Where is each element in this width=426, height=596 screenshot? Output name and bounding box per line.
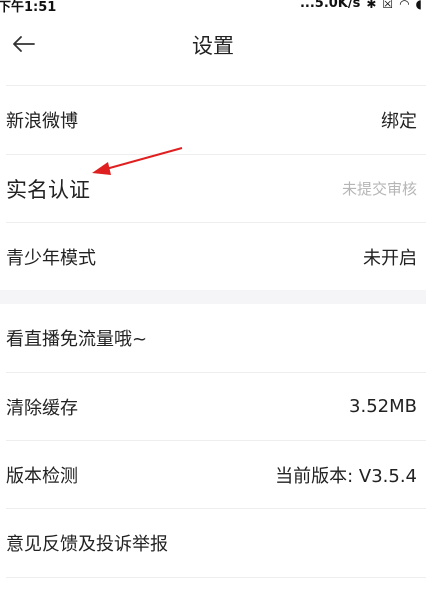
row-sina-weibo[interactable]: 新浪微博 绑定	[0, 86, 426, 154]
page-title: 设置	[192, 34, 234, 58]
row-label: 看直播免流量哦~	[6, 329, 148, 350]
row-value: 3.52MB	[349, 396, 417, 417]
sim-icon: ☒	[382, 0, 394, 11]
row-label: 青少年模式	[6, 247, 96, 269]
status-time: 下午1:51	[0, 0, 57, 15]
status-bar: 下午1:51 ...5.0K/s ✱ ☒ ◠ ◖	[0, 0, 426, 16]
wifi-icon: ◠	[399, 0, 410, 11]
section-gap	[0, 290, 426, 304]
network-speed: ...5.0K/s	[299, 0, 361, 11]
row-free-data-live[interactable]: 看直播免流量哦~	[0, 304, 426, 372]
row-label: 实名认证	[6, 177, 90, 202]
row-teen-mode[interactable]: 青少年模式 未开启	[0, 223, 426, 290]
row-label: 清除缓存	[6, 397, 78, 419]
row-feedback-report[interactable]: 意见反馈及投诉举报	[0, 509, 426, 577]
row-value: 绑定	[381, 111, 417, 132]
status-indicators: ...5.0K/s ✱ ☒ ◠ ◖	[300, 0, 422, 11]
row-value: 未开启	[363, 247, 417, 269]
row-label: 新浪微博	[6, 111, 78, 132]
header: 设置	[0, 16, 426, 76]
battery-icon: ◖	[415, 0, 422, 11]
row-value: 未提交审核	[341, 180, 417, 198]
row-real-name-verification[interactable]: 实名认证 未提交审核	[0, 155, 426, 222]
row-label: 版本检测	[6, 465, 78, 487]
row-label: 意见反馈及投诉举报	[6, 534, 168, 555]
divider	[6, 577, 426, 578]
row-value: 当前版本: V3.5.4	[275, 465, 417, 487]
bluetooth-icon: ✱	[366, 0, 377, 11]
row-version-check[interactable]: 版本检测 当前版本: V3.5.4	[0, 441, 426, 508]
row-clear-cache[interactable]: 清除缓存 3.52MB	[0, 373, 426, 440]
